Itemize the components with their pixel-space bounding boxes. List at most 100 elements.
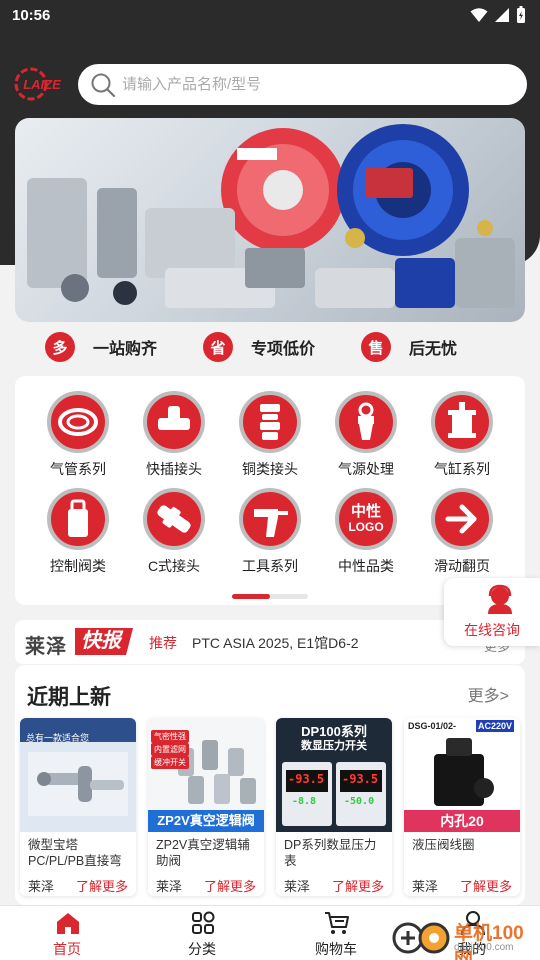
section-more-link[interactable]: 更多> xyxy=(468,682,509,706)
product-card[interactable]: 气密性强 内置滤网 缓冲开关 ZP2V真空逻辑阀 ZP2V真空逻辑辅助阀 莱泽 … xyxy=(148,718,264,896)
news-flash-badge: 快报 xyxy=(75,628,133,655)
learn-more-link[interactable]: 了解更多 xyxy=(460,876,512,895)
product-image: DP100系列 数显压力开关 -93.5 -8.8 -93.5 -50.0 xyxy=(276,718,392,832)
tab-home[interactable]: 首页 xyxy=(17,906,117,960)
product-image: 气密性强 内置滤网 缓冲开关 ZP2V真空逻辑阀 xyxy=(148,718,264,832)
product-tag: 气密性强 xyxy=(151,730,189,743)
feature-one-stop: 多 一站购齐 xyxy=(45,332,157,362)
tab-label: 首页 xyxy=(53,941,81,957)
online-consult-label: 在线咨询 xyxy=(464,622,520,638)
feature-label: 后无忧 xyxy=(409,341,458,358)
promo-banner[interactable] xyxy=(15,118,525,322)
product-brand: 莱泽 xyxy=(284,879,311,894)
watermark-subtext: danji100.com xyxy=(454,942,514,953)
feature-label: 专项低价 xyxy=(251,341,316,358)
arrow-right-icon xyxy=(431,488,493,550)
watermark-text: 单机100网 xyxy=(454,923,524,960)
laize-logo-icon: LAIZE xyxy=(14,67,61,101)
status-bar: 10:56 xyxy=(0,0,540,32)
feature-after-sales: 售 后无忧 xyxy=(361,332,457,362)
c-coupler-icon xyxy=(143,488,205,550)
headset-icon xyxy=(488,584,512,614)
tab-label: 分类 xyxy=(188,941,216,957)
tab-label: 购物车 xyxy=(315,941,357,957)
feature-label: 一站购齐 xyxy=(93,341,158,358)
brass-fitting-icon xyxy=(239,391,301,453)
learn-more-link[interactable]: 了解更多 xyxy=(332,876,384,895)
cylinder-icon xyxy=(431,391,493,453)
category-grid: 气管系列 快插接头 铜类接头 气源处理 气缸系列 控制阀类 C式接头 工具系列 … xyxy=(15,376,525,605)
feature-badge: 省 xyxy=(203,332,233,362)
watermark-logo-icon xyxy=(392,922,450,954)
wifi-icon xyxy=(470,8,488,22)
product-tag: 缓冲开关 xyxy=(151,756,189,769)
category-air-treatment[interactable]: 气源处理 xyxy=(318,376,414,477)
category-c-coupler[interactable]: C式接头 xyxy=(126,473,222,574)
svg-text:LAIZE: LAIZE xyxy=(23,77,61,92)
feature-low-price: 省 专项低价 xyxy=(203,332,315,362)
product-brand: 莱泽 xyxy=(412,879,439,894)
category-slide-next[interactable]: 滑动翻页 xyxy=(414,473,510,574)
news-headline[interactable]: PTC ASIA 2025, E1馆D6-2 xyxy=(192,633,359,653)
category-label: 控制阀类 xyxy=(50,558,106,574)
recent-products-section: 近期上新 更多> 总有一款适合您 微型宝塔PC/PL/PB直接弯头三... 莱泽… xyxy=(15,665,525,905)
category-quick-fitting[interactable]: 快插接头 xyxy=(126,376,222,477)
section-title: 近期上新 xyxy=(27,686,111,709)
grid-icon xyxy=(192,911,215,934)
category-neutral[interactable]: 中性 LOGO 中性品类 xyxy=(318,473,414,574)
tab-category[interactable]: 分类 xyxy=(152,906,252,960)
online-consult-button[interactable]: 在线咨询 xyxy=(444,578,540,646)
learn-more-link[interactable]: 了解更多 xyxy=(204,876,256,895)
hose-coil-icon xyxy=(47,391,109,453)
category-label: 工具系列 xyxy=(242,558,298,574)
category-hose[interactable]: 气管系列 xyxy=(30,376,126,477)
product-brand: 莱泽 xyxy=(28,879,55,894)
neutral-icon-text: 中性 xyxy=(350,503,381,520)
product-name: 微型宝塔PC/PL/PB直接弯头三... xyxy=(28,838,122,868)
category-cylinder[interactable]: 气缸系列 xyxy=(414,376,510,477)
product-image-caption: 内孔20 xyxy=(404,810,520,832)
site-watermark: 单机100网 danji100.com xyxy=(392,916,540,960)
feature-badge: 售 xyxy=(361,332,391,362)
pager-indicator xyxy=(232,594,270,599)
feature-row: 多 一站购齐 省 专项低价 售 后无忧 xyxy=(0,332,540,366)
category-tools[interactable]: 工具系列 xyxy=(222,473,318,574)
tee-fitting-icon xyxy=(143,391,205,453)
search-input[interactable] xyxy=(122,64,512,105)
product-brand: 莱泽 xyxy=(156,879,183,894)
learn-more-link[interactable]: 了解更多 xyxy=(76,876,128,895)
product-image: DSG-01/02- AC220V 内孔20 xyxy=(404,718,520,832)
product-card[interactable]: 总有一款适合您 微型宝塔PC/PL/PB直接弯头三... 莱泽 了解更多 xyxy=(20,718,136,896)
category-control-valve[interactable]: 控制阀类 xyxy=(30,473,126,574)
category-pager xyxy=(232,594,308,599)
pressure-readout: -93.5 xyxy=(288,772,325,786)
cart-icon xyxy=(325,912,349,934)
product-card[interactable]: DP100系列 数显压力开关 -93.5 -8.8 -93.5 -50.0 DP… xyxy=(276,718,392,896)
product-image-header: 数显压力开关 xyxy=(301,740,367,752)
tab-cart[interactable]: 购物车 xyxy=(286,906,386,960)
brand-logo: LAIZE xyxy=(14,66,70,102)
product-name: DP系列数显压力表 xyxy=(284,838,377,868)
product-name: ZP2V真空逻辑辅助阀 xyxy=(156,838,250,868)
category-label: 滑动翻页 xyxy=(434,558,490,574)
search-bar[interactable] xyxy=(78,64,527,105)
pressure-readout: -8.8 xyxy=(292,796,317,807)
status-icons xyxy=(470,6,526,24)
banner-image xyxy=(27,124,515,308)
valve-icon xyxy=(47,488,109,550)
signal-icon xyxy=(495,8,509,22)
pressure-readout: -93.5 xyxy=(342,772,379,786)
news-brand: 莱泽 xyxy=(25,636,67,658)
product-name: 液压阀线圈 xyxy=(412,838,475,852)
product-tag: 内置滤网 xyxy=(151,743,189,756)
air-filter-icon xyxy=(335,391,397,453)
search-icon xyxy=(91,73,116,98)
news-tag: 推荐 xyxy=(149,635,177,651)
category-label: 中性品类 xyxy=(338,558,394,574)
neutral-icon-text: LOGO xyxy=(348,520,384,534)
air-gun-icon xyxy=(239,488,301,550)
product-card[interactable]: DSG-01/02- AC220V 内孔20 液压阀线圈 莱泽 了解更多 xyxy=(404,718,520,896)
category-brass-fitting[interactable]: 铜类接头 xyxy=(222,376,318,477)
category-label: C式接头 xyxy=(147,558,201,574)
home-icon xyxy=(57,913,79,934)
